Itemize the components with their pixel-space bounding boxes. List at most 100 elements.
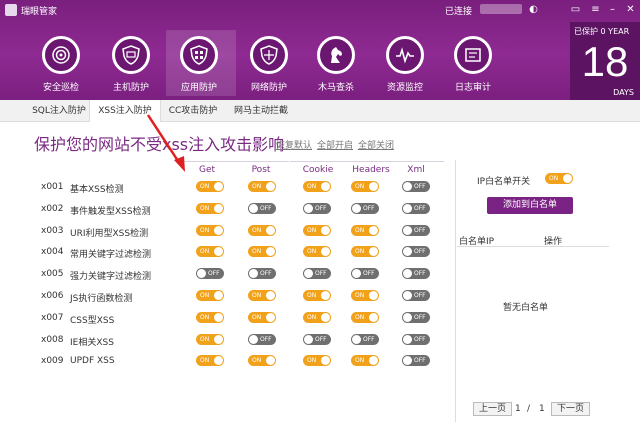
toggle-xml[interactable]: OFF [402, 203, 430, 214]
ip-whitelist-toggle[interactable]: ON [545, 173, 573, 184]
toggle-cookie[interactable]: ON [303, 290, 331, 301]
close-icon[interactable]: ✕ [624, 3, 637, 16]
toggle-get[interactable]: ON [196, 290, 224, 301]
toggle-post[interactable]: ON [248, 181, 276, 192]
toggle-xml[interactable]: OFF [402, 181, 430, 192]
toggle-post[interactable]: ON [248, 355, 276, 366]
radar-icon [42, 36, 80, 74]
feedback-icon[interactable]: ▭ [569, 3, 582, 16]
toggle-post[interactable]: ON [248, 225, 276, 236]
toggle-headers[interactable]: OFF [351, 268, 379, 279]
restore-default-link[interactable]: 恢复默认 [276, 138, 312, 151]
toggle-cookie[interactable]: OFF [303, 203, 331, 214]
tool-app-protection[interactable]: 应用防护 [166, 30, 236, 96]
shield-icon [112, 36, 150, 74]
rule-id: x001 [41, 182, 64, 192]
rule-id: x009 [41, 356, 64, 366]
toggle-get[interactable]: ON [196, 312, 224, 323]
toggle-xml[interactable]: OFF [402, 334, 430, 345]
horse-icon [317, 36, 355, 74]
toggle-headers[interactable]: OFF [351, 203, 379, 214]
whitelist-col-ip: 白名单IP [459, 237, 495, 247]
tool-log-audit[interactable]: 日志审计 [440, 30, 510, 96]
rule-name: URI利用型XSS检测 [70, 229, 149, 239]
toggle-get[interactable]: OFF [196, 268, 224, 279]
toggle-cookie[interactable]: OFF [303, 268, 331, 279]
current-page: 1 [515, 404, 521, 414]
toggle-cookie[interactable]: ON [303, 355, 331, 366]
tool-trojan-scan[interactable]: 木马查杀 [303, 30, 373, 96]
toggle-cookie[interactable]: ON [303, 225, 331, 236]
tab-webshell-block[interactable]: 网马主动拦截 [228, 100, 294, 122]
toggle-xml[interactable]: OFF [402, 246, 430, 257]
rule-name: 强力关键字过滤检测 [70, 272, 152, 282]
app-header: 瑞眼管家 已连接 ◐ ▭ ≡ – ✕ 安全巡检 主机防护 应用防护 网络防护 木… [0, 0, 640, 100]
tool-label: 日志审计 [454, 83, 491, 93]
toggle-cookie[interactable]: ON [303, 181, 331, 192]
tool-label: 木马查杀 [317, 83, 354, 93]
toggle-get[interactable]: ON [196, 203, 224, 214]
page-separator: / [527, 404, 531, 414]
prev-page-button[interactable]: 上一页 [473, 402, 513, 416]
pulse-icon [386, 36, 424, 74]
toggle-get[interactable]: ON [196, 225, 224, 236]
toggle-post[interactable]: OFF [248, 203, 276, 214]
total-pages: 1 [539, 404, 545, 414]
toggle-headers[interactable]: ON [351, 225, 379, 236]
column-header-cookie: Cookie [302, 165, 334, 175]
toggle-get[interactable]: ON [196, 246, 224, 257]
toggle-post[interactable]: OFF [248, 268, 276, 279]
toggle-post[interactable]: ON [248, 312, 276, 323]
main-toolbar: 安全巡检 主机防护 应用防护 网络防护 木马查杀 资源监控 日志审计 [0, 30, 560, 96]
connection-status: 已连接 [445, 7, 473, 17]
next-page-button[interactable]: 下一页 [551, 402, 591, 416]
toggle-post[interactable]: ON [248, 290, 276, 301]
rule-name: CSS型XSS [70, 316, 115, 326]
column-divider [290, 161, 346, 162]
toggle-post[interactable]: ON [248, 246, 276, 257]
rule-name: 事件触发型XSS检测 [70, 207, 151, 217]
minimize-icon[interactable]: – [606, 3, 619, 16]
toggle-headers[interactable]: ON [351, 181, 379, 192]
toggle-xml[interactable]: OFF [402, 268, 430, 279]
toggle-headers[interactable]: ON [351, 290, 379, 301]
toggle-headers[interactable]: ON [351, 355, 379, 366]
rule-id: x003 [41, 226, 64, 236]
account-name-redacted [480, 4, 522, 14]
toggle-xml[interactable]: OFF [402, 312, 430, 323]
toggle-xml[interactable]: OFF [402, 355, 430, 366]
user-icon[interactable]: ◐ [527, 3, 540, 16]
toggle-get[interactable]: ON [196, 334, 224, 345]
tool-resource-monitor[interactable]: 资源监控 [372, 30, 442, 96]
tool-label: 应用防护 [180, 83, 217, 93]
rule-name: JS执行函数检测 [70, 294, 133, 304]
add-to-whitelist-button[interactable]: 添加到白名单 [487, 197, 573, 214]
protection-days-panel: 已保护 0 YEAR 18 DAYS [570, 22, 640, 100]
protection-days-unit: DAYS [613, 88, 634, 97]
toggle-cookie[interactable]: ON [303, 312, 331, 323]
toggle-get[interactable]: ON [196, 355, 224, 366]
toggle-cookie[interactable]: ON [303, 246, 331, 257]
tool-security-patrol[interactable]: 安全巡检 [28, 30, 98, 96]
toggle-xml[interactable]: OFF [402, 290, 430, 301]
tab-sql-injection[interactable]: SQL注入防护 [30, 100, 88, 122]
menu-icon[interactable]: ≡ [589, 3, 602, 16]
disable-all-link[interactable]: 全部关闭 [358, 138, 394, 151]
rule-id: x008 [41, 335, 64, 345]
column-divider [388, 161, 444, 162]
whitelist-col-action: 操作 [544, 237, 563, 247]
tool-host-protection[interactable]: 主机防护 [98, 30, 168, 96]
toggle-headers[interactable]: OFF [351, 334, 379, 345]
toggle-headers[interactable]: ON [351, 312, 379, 323]
tool-network-protection[interactable]: 网络防护 [236, 30, 306, 96]
column-divider [233, 161, 289, 162]
toggle-get[interactable]: ON [196, 181, 224, 192]
toggle-xml[interactable]: OFF [402, 225, 430, 236]
rule-id: x002 [41, 204, 64, 214]
toggle-post[interactable]: OFF [248, 334, 276, 345]
enable-all-link[interactable]: 全部开启 [317, 138, 353, 151]
toggle-headers[interactable]: ON [351, 246, 379, 257]
toggle-cookie[interactable]: OFF [303, 334, 331, 345]
ip-whitelist-switch-label: IP白名单开关 [477, 177, 531, 187]
tool-label: 网络防护 [250, 83, 287, 93]
